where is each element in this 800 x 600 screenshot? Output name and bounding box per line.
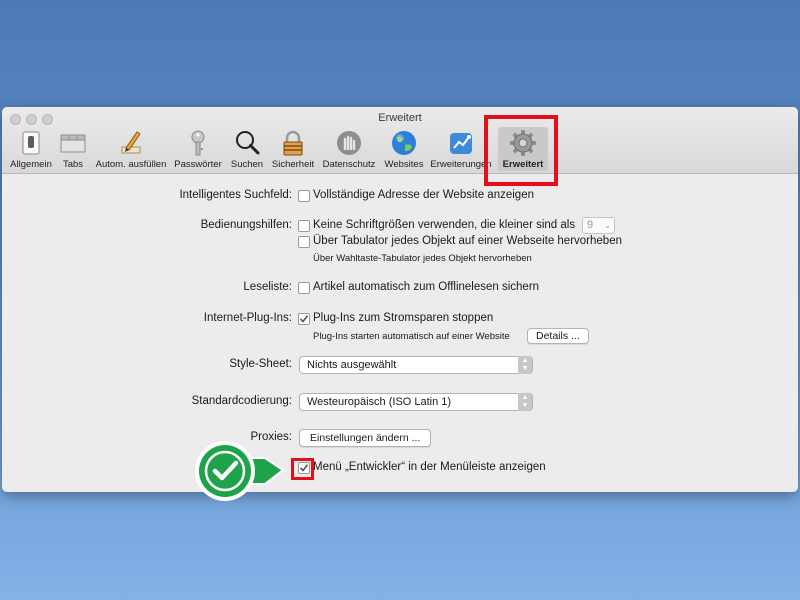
chevron-down-icon: ⌄ xyxy=(604,221,611,230)
checkmark-icon xyxy=(299,315,309,323)
tab-security[interactable]: Sicherheit xyxy=(269,127,317,171)
tab-search[interactable]: Suchen xyxy=(228,127,266,171)
tab-advanced[interactable]: Erweitert xyxy=(498,127,548,171)
tab-label: Autom. ausfüllen xyxy=(95,159,167,170)
hand-icon xyxy=(337,131,361,155)
power-saver-option[interactable]: Plug-Ins zum Stromsparen stoppen xyxy=(313,312,493,324)
encoding-select[interactable]: Westeuropäisch (ISO Latin 1) ▲ ▼ xyxy=(299,393,533,411)
preferences-window: Erweitert Allgemein Tabs Autom. ausfülle… xyxy=(2,107,798,492)
updown-arrows-icon: ▲ ▼ xyxy=(518,393,532,411)
tab-allgemein[interactable]: Allgemein xyxy=(6,127,56,171)
min-font-size-option[interactable]: Keine Schriftgrößen verwenden, die klein… xyxy=(313,219,575,231)
tab-websites[interactable]: Websites xyxy=(381,127,427,171)
style-sheet-select[interactable]: Nichts ausgewählt ▲ ▼ xyxy=(299,356,533,374)
tabs-icon xyxy=(60,134,86,153)
develop-menu-option[interactable]: Menü „Entwickler“ in der Menüleiste anze… xyxy=(313,461,546,473)
style-sheet-label: Style-Sheet: xyxy=(229,358,292,370)
tab-label: Erweitert xyxy=(502,159,544,170)
develop-menu-checkbox[interactable] xyxy=(298,462,310,474)
gear-icon xyxy=(510,130,536,156)
tab-passwords[interactable]: Passwörter xyxy=(172,127,224,171)
power-saver-checkbox[interactable] xyxy=(298,313,310,325)
check-badge-icon xyxy=(195,441,285,501)
encoding-value: Westeuropäisch (ISO Latin 1) xyxy=(307,396,452,408)
lock-icon xyxy=(283,130,303,156)
style-sheet-value: Nichts ausgewählt xyxy=(307,359,397,371)
tab-label: Sicherheit xyxy=(271,159,315,170)
globe-icon xyxy=(392,131,416,155)
checkmark-icon xyxy=(299,464,309,472)
full-address-option[interactable]: Vollständige Adresse der Website anzeige… xyxy=(313,189,534,201)
offline-reading-option[interactable]: Artikel automatisch zum Offlinelesen sic… xyxy=(313,281,539,293)
min-font-size-value: 9 xyxy=(587,219,594,231)
accessibility-label: Bedienungshilfen: xyxy=(200,219,292,231)
tab-label: Websites xyxy=(384,159,424,170)
tab-extensions[interactable]: Erweiterungen xyxy=(429,127,493,171)
tab-autofill[interactable]: Autom. ausfüllen xyxy=(91,127,171,171)
min-font-size-checkbox[interactable] xyxy=(298,220,310,232)
phone-switch-icon xyxy=(22,131,40,155)
plugins-label: Internet-Plug-Ins: xyxy=(203,312,292,324)
reading-list-label: Leseliste: xyxy=(243,281,292,293)
puzzle-icon xyxy=(450,133,472,154)
tab-privacy[interactable]: Datenschutz xyxy=(320,127,378,171)
plugins-hint: Plug-Ins starten automatisch auf einer W… xyxy=(313,331,510,342)
tab-tabs[interactable]: Tabs xyxy=(58,127,88,171)
tab-label: Datenschutz xyxy=(322,159,376,170)
tab-label: Suchen xyxy=(230,159,264,170)
toolbar: Erweitert Allgemein Tabs Autom. ausfülle… xyxy=(2,107,798,174)
min-font-size-select[interactable]: 9 ⌄ xyxy=(582,217,615,234)
details-button[interactable]: Details ... xyxy=(527,328,589,344)
full-address-checkbox[interactable] xyxy=(298,190,310,202)
option-tab-hint: Über Wahltaste-Tabulator jedes Objekt he… xyxy=(313,253,532,264)
pencil-icon xyxy=(121,131,141,154)
tab-label: Tabs xyxy=(62,159,84,170)
window-title: Erweitert xyxy=(378,112,422,124)
tab-label: Erweiterungen xyxy=(430,159,492,170)
encoding-label: Standardcodierung: xyxy=(191,395,292,407)
magnifier-icon xyxy=(236,131,260,155)
tab-label: Passwörter xyxy=(174,159,222,170)
change-proxy-settings-button[interactable]: Einstellungen ändern ... xyxy=(299,429,432,447)
updown-arrows-icon: ▲ ▼ xyxy=(518,356,532,374)
smart-search-label: Intelligentes Suchfeld: xyxy=(179,189,292,201)
advanced-settings-pane: Intelligentes Suchfeld: Vollständige Adr… xyxy=(2,174,798,492)
tab-label: Allgemein xyxy=(10,159,52,170)
offline-reading-checkbox[interactable] xyxy=(298,282,310,294)
tab-highlight-option[interactable]: Über Tabulator jedes Objekt auf einer We… xyxy=(313,235,622,247)
key-icon xyxy=(191,130,205,156)
tab-highlight-checkbox[interactable] xyxy=(298,236,310,248)
